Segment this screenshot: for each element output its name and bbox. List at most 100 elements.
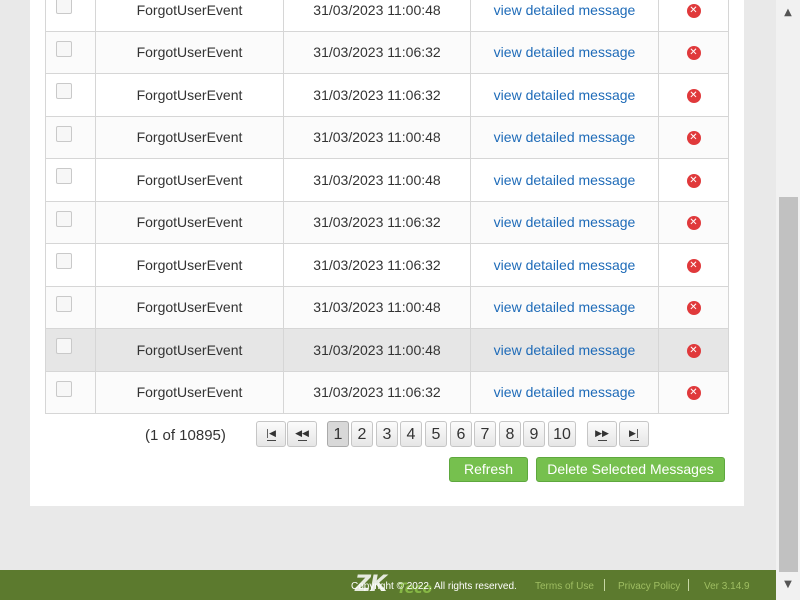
delete-cell: ✕ bbox=[658, 73, 729, 117]
next-page-button[interactable]: ▶▶ bbox=[587, 421, 617, 447]
first-page-button[interactable]: |◀ bbox=[256, 421, 286, 447]
page-number-button[interactable]: 7 bbox=[474, 421, 496, 447]
detail-link-cell: view detailed message bbox=[470, 370, 659, 414]
delete-x-icon[interactable]: ✕ bbox=[686, 216, 701, 231]
row-select-checkbox[interactable] bbox=[55, 210, 72, 227]
page-number-button[interactable]: 10 bbox=[548, 421, 576, 447]
event-name-cell: ForgotUserEvent bbox=[95, 0, 284, 32]
row-select-checkbox[interactable] bbox=[55, 338, 72, 355]
row-select-checkbox[interactable] bbox=[55, 0, 72, 15]
scrollbar-thumb[interactable] bbox=[779, 197, 798, 572]
row-select-checkbox[interactable] bbox=[55, 40, 72, 57]
page-number-button[interactable]: 4 bbox=[400, 421, 422, 447]
detail-link-cell: view detailed message bbox=[470, 200, 659, 244]
row-select-cell bbox=[45, 328, 96, 372]
page-number-button[interactable]: 3 bbox=[376, 421, 398, 447]
previous-page-icon: ◀◀ bbox=[295, 429, 309, 439]
page-number-button[interactable]: 8 bbox=[499, 421, 521, 447]
page-footer: ZK Teco Copyright © 2022. All rights res… bbox=[0, 570, 776, 600]
event-time-cell: 31/03/2023 11:00:48 bbox=[283, 158, 471, 202]
previous-page-button[interactable]: ◀◀ bbox=[287, 421, 317, 447]
messages-panel: ForgotUserEvent 31/03/2023 11:00:48 view d… bbox=[30, 0, 744, 506]
pagination-info: (1 of 10895) bbox=[145, 427, 226, 444]
view-detailed-message-link[interactable]: view detailed message bbox=[494, 214, 636, 230]
table-row: ForgotUserEvent 31/03/2023 11:06:32 view d… bbox=[45, 243, 729, 287]
delete-x-icon[interactable]: ✕ bbox=[686, 131, 701, 146]
view-detailed-message-link[interactable]: view detailed message bbox=[494, 257, 636, 273]
delete-x-icon[interactable]: ✕ bbox=[686, 3, 701, 18]
row-select-checkbox[interactable] bbox=[55, 83, 72, 100]
event-name-cell: ForgotUserEvent bbox=[95, 30, 284, 74]
version-text: Ver 3.14.9 bbox=[704, 581, 750, 592]
delete-x-icon[interactable]: ✕ bbox=[686, 386, 701, 401]
delete-x-icon[interactable]: ✕ bbox=[686, 343, 701, 358]
table-row: ForgotUserEvent 31/03/2023 11:06:32 view d… bbox=[45, 370, 729, 414]
row-select-checkbox[interactable] bbox=[55, 125, 72, 142]
row-select-cell bbox=[45, 158, 96, 202]
last-page-button[interactable]: ▶| bbox=[619, 421, 649, 447]
table-row: ForgotUserEvent 31/03/2023 11:00:48 view d… bbox=[45, 285, 729, 329]
row-select-cell bbox=[45, 285, 96, 329]
detail-link-cell: view detailed message bbox=[470, 158, 659, 202]
view-detailed-message-link[interactable]: view detailed message bbox=[494, 172, 636, 188]
page-number-button[interactable]: 2 bbox=[351, 421, 373, 447]
refresh-button[interactable]: Refresh bbox=[449, 457, 528, 482]
row-select-cell bbox=[45, 200, 96, 244]
table-row: ForgotUserEvent 31/03/2023 11:00:48 view d… bbox=[45, 158, 729, 202]
event-time-cell: 31/03/2023 11:06:32 bbox=[283, 200, 471, 244]
event-time-cell: 31/03/2023 11:06:32 bbox=[283, 243, 471, 287]
event-name-cell: ForgotUserEvent bbox=[95, 243, 284, 287]
delete-cell: ✕ bbox=[658, 30, 729, 74]
row-select-checkbox[interactable] bbox=[55, 168, 72, 185]
detail-link-cell: view detailed message bbox=[470, 0, 659, 32]
row-select-cell bbox=[45, 0, 96, 32]
detail-link-cell: view detailed message bbox=[470, 115, 659, 159]
page-number-button[interactable]: 9 bbox=[523, 421, 545, 447]
privacy-policy-link[interactable]: Privacy Policy bbox=[618, 581, 680, 592]
delete-x-icon[interactable]: ✕ bbox=[686, 301, 701, 316]
row-select-checkbox[interactable] bbox=[55, 380, 72, 397]
view-detailed-message-link[interactable]: view detailed message bbox=[494, 44, 636, 60]
event-time-cell: 31/03/2023 11:06:32 bbox=[283, 30, 471, 74]
page-number-button[interactable]: 1 bbox=[327, 421, 349, 447]
delete-cell: ✕ bbox=[658, 285, 729, 329]
view-detailed-message-link[interactable]: view detailed message bbox=[494, 384, 636, 400]
row-select-checkbox[interactable] bbox=[55, 253, 72, 270]
vertical-scrollbar[interactable]: ▲ ▼ bbox=[776, 0, 800, 600]
event-name-cell: ForgotUserEvent bbox=[95, 73, 284, 117]
view-detailed-message-link[interactable]: view detailed message bbox=[494, 299, 636, 315]
event-time-cell: 31/03/2023 11:06:32 bbox=[283, 73, 471, 117]
scroll-down-arrow-icon[interactable]: ▼ bbox=[776, 572, 800, 598]
row-select-cell bbox=[45, 30, 96, 74]
view-detailed-message-link[interactable]: view detailed message bbox=[494, 129, 636, 145]
event-time-cell: 31/03/2023 11:00:48 bbox=[283, 115, 471, 159]
delete-x-icon[interactable]: ✕ bbox=[686, 258, 701, 273]
delete-cell: ✕ bbox=[658, 158, 729, 202]
event-name-cell: ForgotUserEvent bbox=[95, 285, 284, 329]
table-row: ForgotUserEvent 31/03/2023 11:06:32 view d… bbox=[45, 200, 729, 244]
view-detailed-message-link[interactable]: view detailed message bbox=[494, 342, 636, 358]
event-time-cell: 31/03/2023 11:00:48 bbox=[283, 285, 471, 329]
delete-x-icon[interactable]: ✕ bbox=[686, 173, 701, 188]
row-select-cell bbox=[45, 115, 96, 159]
footer-separator bbox=[688, 579, 689, 591]
terms-of-use-link[interactable]: Terms of Use bbox=[535, 581, 594, 592]
detail-link-cell: view detailed message bbox=[470, 30, 659, 74]
footer-separator bbox=[604, 579, 605, 591]
event-name-cell: ForgotUserEvent bbox=[95, 370, 284, 414]
row-select-cell bbox=[45, 243, 96, 287]
delete-x-icon[interactable]: ✕ bbox=[686, 88, 701, 103]
delete-x-icon[interactable]: ✕ bbox=[686, 46, 701, 61]
scroll-up-arrow-icon[interactable]: ▲ bbox=[776, 0, 800, 26]
event-time-cell: 31/03/2023 11:00:48 bbox=[283, 328, 471, 372]
page-number-button[interactable]: 5 bbox=[425, 421, 447, 447]
copyright-text: Copyright © 2022. All rights reserved. bbox=[351, 581, 517, 592]
page-number-button[interactable]: 6 bbox=[450, 421, 472, 447]
pagination-bar: (1 of 10895) |◀ ◀◀ 1 2 3 4 5 6 7 8 9 10 ▶▶ ▶| bbox=[30, 421, 744, 451]
next-page-icon: ▶▶ bbox=[595, 429, 609, 439]
view-detailed-message-link[interactable]: view detailed message bbox=[494, 87, 636, 103]
view-detailed-message-link[interactable]: view detailed message bbox=[494, 2, 636, 18]
delete-selected-messages-button[interactable]: Delete Selected Messages bbox=[536, 457, 725, 482]
delete-cell: ✕ bbox=[658, 328, 729, 372]
row-select-checkbox[interactable] bbox=[55, 295, 72, 312]
